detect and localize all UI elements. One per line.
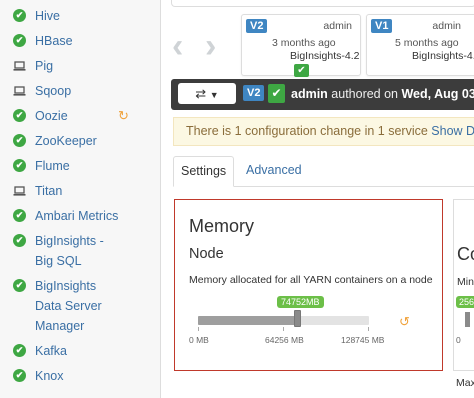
slider-tick bbox=[368, 327, 369, 331]
current-version-bar: ⇄ ▼ V2 ✔ admin authored on Wed, Aug 03, … bbox=[171, 79, 474, 110]
slider-tick-label: 64256 MB bbox=[265, 335, 304, 345]
authored-date: Wed, Aug 03, 20 bbox=[401, 87, 474, 101]
slider-fill bbox=[198, 316, 297, 325]
config-description: Mini bbox=[457, 276, 474, 288]
slider-tick bbox=[283, 327, 284, 331]
services-sidebar: ✔ Hive ✔ HBase Pig Sqoop ✔ Oozie ↻ ✔ ZooKeeper ✔ Flu… bbox=[0, 0, 161, 398]
status-check-icon: ✔ bbox=[13, 134, 26, 147]
slider-tick-label: 128745 MB bbox=[341, 335, 385, 345]
slider-value-badge: 2560 bbox=[456, 296, 474, 308]
main-content: ‹ › V2 admin 3 months ago BigInsights-4.… bbox=[161, 0, 474, 398]
restart-required-icon[interactable]: ↻ bbox=[118, 108, 129, 124]
slider-handle[interactable] bbox=[294, 310, 301, 327]
config-label: Max bbox=[456, 377, 474, 389]
version-badge: V2 bbox=[246, 19, 268, 33]
current-version-check-icon: ✔ bbox=[294, 64, 309, 77]
section-title: Co bbox=[457, 244, 474, 264]
tab-settings[interactable]: Settings bbox=[173, 156, 235, 187]
alert-text: There is 1 configuration change in 1 ser… bbox=[186, 124, 474, 138]
undo-icon[interactable]: ↺ bbox=[399, 314, 410, 330]
sidebar-item-label: Pig bbox=[35, 59, 54, 73]
sidebar-item-label: Oozie bbox=[35, 109, 68, 123]
status-check-icon: ✔ bbox=[13, 9, 26, 22]
tab-advanced[interactable]: Advanced bbox=[239, 156, 309, 185]
version-badge: V1 bbox=[371, 19, 393, 33]
check-icon: ✔ bbox=[268, 84, 285, 103]
alert-message: There is 1 configuration change in 1 ser… bbox=[186, 124, 432, 138]
sidebar-item-label: Hive bbox=[35, 9, 61, 23]
section-title: Memory bbox=[189, 216, 255, 236]
version-author: admin bbox=[432, 20, 461, 32]
version-time: 3 months ago bbox=[272, 37, 336, 49]
top-panel-edge bbox=[171, 0, 474, 7]
slider-tick-label: 0 MB bbox=[189, 335, 209, 345]
status-check-icon: ✔ bbox=[13, 109, 26, 122]
chevron-left-icon[interactable]: ‹ bbox=[172, 27, 183, 66]
slider-tick-label: 0 bbox=[456, 335, 461, 345]
sidebar-item-label: Titan bbox=[35, 184, 63, 198]
slider-value-badge: 74752MB bbox=[277, 296, 324, 308]
sidebar-item-label: BigInsights bbox=[35, 279, 97, 293]
sidebar-item-label: Big SQL bbox=[35, 254, 82, 268]
laptop-icon bbox=[13, 59, 26, 72]
status-check-icon: ✔ bbox=[13, 209, 26, 222]
sidebar-item-label: Manager bbox=[35, 319, 85, 333]
sidebar-item-label: Ambari Metrics bbox=[35, 209, 119, 223]
version-card-v2[interactable]: V2 admin 3 months ago BigInsights-4.2 ✔ bbox=[241, 14, 361, 77]
version-authored-text: admin authored on Wed, Aug 03, 20 bbox=[291, 87, 474, 101]
switch-version-dropdown[interactable]: ⇄ ▼ bbox=[178, 83, 236, 104]
version-badge: V2 bbox=[243, 85, 265, 101]
sidebar-item-label: Sqoop bbox=[35, 84, 72, 98]
status-check-icon: ✔ bbox=[13, 34, 26, 47]
version-cluster: BigInsights-4.2 bbox=[290, 50, 360, 62]
config-description: Memory allocated for all YARN containers… bbox=[189, 274, 433, 286]
memory-slider[interactable] bbox=[198, 310, 369, 327]
slider-tick bbox=[198, 327, 199, 331]
status-check-icon: ✔ bbox=[13, 279, 26, 292]
sidebar-item-label: Kafka bbox=[35, 344, 67, 358]
sidebar-item-label: BigInsights - bbox=[35, 234, 104, 248]
config-change-alert: There is 1 configuration change in 1 ser… bbox=[173, 117, 474, 146]
sidebar-item-label: Knox bbox=[35, 369, 64, 383]
version-cluster: BigInsights-4.2 bbox=[412, 50, 474, 62]
authored-label: authored on bbox=[327, 87, 402, 101]
sidebar-item-label: Flume bbox=[35, 159, 70, 173]
memory-config-card: Memory Node Memory allocated for all YAR… bbox=[174, 199, 443, 371]
author-name: admin bbox=[291, 87, 328, 101]
sidebar-item-label: HBase bbox=[35, 34, 73, 48]
caret-down-icon: ▼ bbox=[209, 90, 219, 100]
status-check-icon: ✔ bbox=[13, 234, 26, 247]
sidebar-item-label: Data Server bbox=[35, 299, 102, 313]
chevron-right-icon[interactable]: › bbox=[205, 27, 216, 66]
show-details-link[interactable]: Show Detai bbox=[431, 124, 474, 138]
status-check-icon: ✔ bbox=[13, 159, 26, 172]
section-subtitle: Node bbox=[189, 246, 224, 262]
status-check-icon: ✔ bbox=[13, 369, 26, 382]
config-card: Co Mini 2560 0 bbox=[453, 199, 474, 371]
version-time: 5 months ago bbox=[395, 37, 459, 49]
sidebar-item-label: ZooKeeper bbox=[35, 134, 97, 148]
version-author: admin bbox=[323, 20, 352, 32]
slider-handle[interactable] bbox=[465, 312, 470, 327]
version-card-v1[interactable]: V1 admin 5 months ago BigInsights-4.2 bbox=[366, 14, 474, 76]
status-check-icon: ✔ bbox=[13, 344, 26, 357]
config-tabs: Settings Advanced bbox=[173, 156, 474, 187]
laptop-icon bbox=[13, 184, 26, 197]
laptop-icon bbox=[13, 84, 26, 97]
shuffle-icon: ⇄ bbox=[195, 86, 207, 101]
